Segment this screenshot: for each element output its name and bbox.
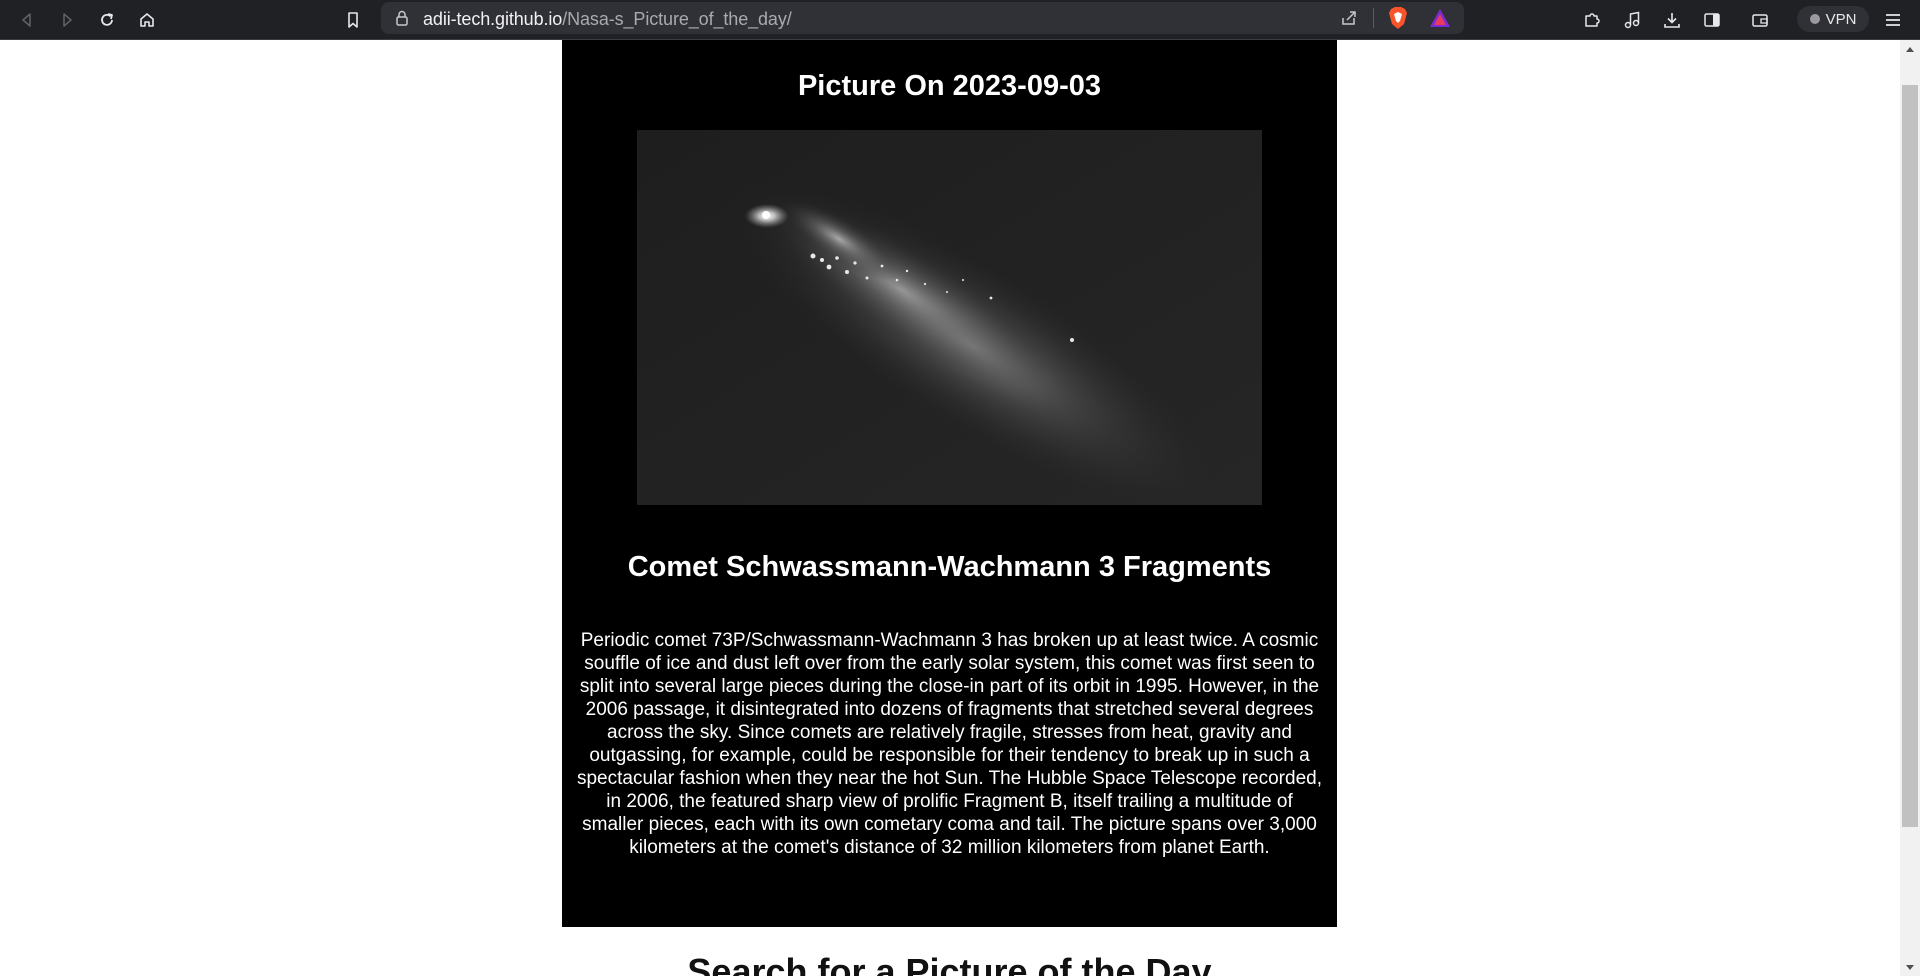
scroll-down-icon[interactable] — [1900, 959, 1920, 976]
search-heading-text: Search for a Picture of the Day — [687, 951, 1212, 976]
page-viewport: Picture On 2023-09-03 Comet Schwassmann-… — [0, 40, 1900, 976]
scrollbar-thumb[interactable] — [1902, 85, 1918, 827]
picture-date-heading: Picture On 2023-09-03 — [797, 70, 1102, 102]
apod-image — [637, 130, 1262, 505]
url-path: /Nasa-s_Picture_of_the_day/ — [562, 9, 792, 29]
vpn-status-icon — [1809, 14, 1820, 24]
home-icon[interactable] — [132, 5, 162, 35]
wallet-icon[interactable] — [1745, 5, 1775, 35]
sidebar-icon[interactable] — [1697, 5, 1727, 35]
forward-icon[interactable] — [52, 5, 82, 35]
scroll-up-icon[interactable] — [1900, 40, 1920, 57]
vpn-button[interactable]: VPN — [1797, 6, 1869, 32]
url-divider — [1373, 8, 1374, 28]
bookmark-icon[interactable] — [338, 5, 368, 35]
brave-rewards-icon[interactable] — [1429, 8, 1451, 33]
back-icon[interactable] — [12, 5, 42, 35]
downloads-icon[interactable] — [1657, 5, 1687, 35]
vpn-label: VPN — [1825, 10, 1857, 28]
apod-card: Picture On 2023-09-03 Comet Schwassmann-… — [562, 40, 1337, 927]
url-host: adii-tech.github.io — [423, 9, 563, 29]
brave-shields-icon[interactable] — [1387, 6, 1409, 35]
page-scrollbar[interactable] — [1900, 40, 1920, 976]
search-heading: Search for a Picture of the Day — [562, 951, 1337, 976]
apod-title: Comet Schwassmann-Wachmann 3 Fragments — [627, 551, 1272, 583]
share-icon[interactable] — [1339, 8, 1359, 33]
extensions-icon[interactable] — [1577, 5, 1607, 35]
reload-icon[interactable] — [92, 5, 122, 35]
media-icon[interactable] — [1617, 5, 1647, 35]
url-text: adii-tech.github.io/Nasa-s_Picture_of_th… — [423, 9, 792, 30]
apod-explanation: Periodic comet 73P/Schwassmann-Wachmann … — [576, 630, 1322, 858]
menu-icon[interactable] — [1878, 5, 1908, 35]
browser-toolbar: adii-tech.github.io/Nasa-s_Picture_of_th… — [0, 0, 1920, 40]
lock-icon — [394, 9, 410, 32]
address-bar[interactable]: adii-tech.github.io/Nasa-s_Picture_of_th… — [381, 2, 1464, 34]
